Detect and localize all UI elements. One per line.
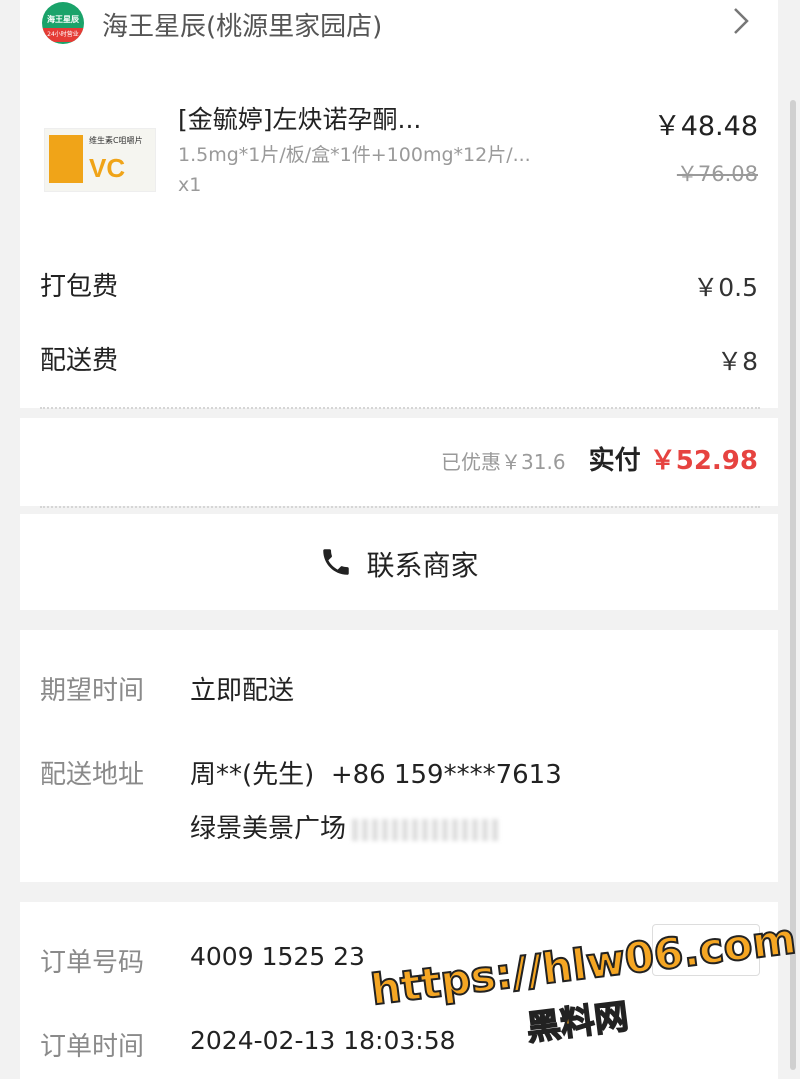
phone-icon	[319, 545, 353, 583]
divider	[40, 506, 760, 508]
product-original-price: ￥76.08	[676, 162, 758, 186]
order-time-label: 订单时间	[40, 1032, 145, 1062]
expected-time-label: 期望时间	[40, 676, 145, 706]
product-price: ￥48.48	[653, 111, 758, 142]
product-row[interactable]: VC 维生素C咀嚼片 [金毓婷]左炔诺孕酮... 1.5mg*1片/板/盒*1件…	[20, 90, 778, 210]
expected-time-value: 立即配送	[190, 676, 295, 706]
product-name: [金毓婷]左炔诺孕酮...	[178, 105, 422, 134]
product-qty: x1	[178, 174, 202, 196]
scrollbar[interactable]	[790, 100, 796, 1070]
copy-button[interactable]	[652, 924, 760, 976]
paid-label: 实付	[588, 446, 641, 476]
product-spec: 1.5mg*1片/板/盒*1件+100mg*12片/...	[178, 144, 531, 166]
store-card: 海王星辰 24小时营业 海王星辰(桃源里家园店) VC 维生素C咀嚼片 [金毓婷…	[20, 0, 778, 408]
contact-label: 联系商家	[366, 549, 479, 582]
delivery-fee-label: 配送费	[40, 346, 119, 376]
order-time-value: 2024-02-13 18:03:58	[190, 1026, 456, 1055]
paid-value: ￥52.98	[649, 446, 758, 476]
product-image: VC 维生素C咀嚼片	[44, 128, 156, 192]
packing-fee-label: 打包费	[40, 272, 119, 302]
order-card: 订单号码 4009 1525 23 订单时间 2024-02-13 18:03:…	[20, 902, 778, 1079]
address-name: 周**(先生) +86 159****7613	[190, 760, 562, 790]
store-header[interactable]: 海王星辰 24小时营业 海王星辰(桃源里家园店)	[20, 0, 778, 50]
redacted-mark	[352, 818, 503, 841]
summary-card: 已优惠￥31.6 实付 ￥52.98	[20, 418, 778, 506]
discount-text: 已优惠￥31.6	[441, 450, 566, 474]
address-detail: 绿景美景广场	[190, 808, 503, 845]
vc-icon: VC	[89, 153, 126, 183]
logo-text: 海王星辰	[47, 15, 79, 24]
order-number-value: 4009 1525 23	[190, 942, 365, 971]
product-image-text: 维生素C咀嚼片	[89, 136, 143, 145]
store-name: 海王星辰(桃源里家园店)	[102, 12, 383, 42]
order-number-label: 订单号码	[40, 948, 145, 978]
delivery-fee-value: ￥8	[717, 347, 758, 376]
chevron-right-icon[interactable]	[732, 6, 750, 40]
divider	[40, 407, 760, 409]
packing-fee-value: ￥0.5	[693, 273, 758, 302]
delivery-card: 期望时间 立即配送 配送地址 周**(先生) +86 159****7613 绿…	[20, 630, 778, 882]
contact-merchant-button[interactable]: 联系商家	[20, 514, 778, 610]
logo-sub: 24小时营业	[42, 28, 84, 42]
store-logo: 海王星辰 24小时营业	[42, 2, 84, 44]
address-label: 配送地址	[40, 760, 145, 790]
